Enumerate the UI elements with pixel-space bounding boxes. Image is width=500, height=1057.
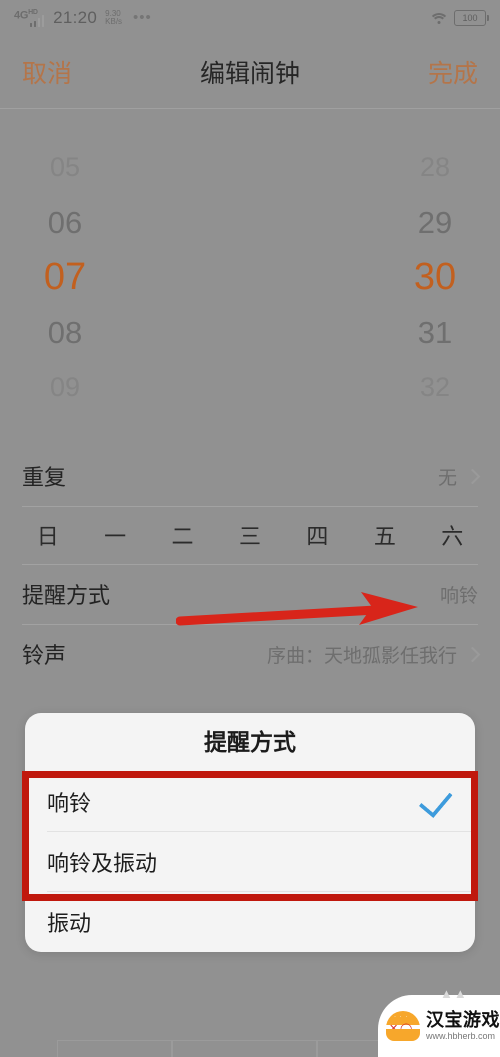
weekday-wed[interactable]: 三	[216, 519, 283, 551]
row-repeat-label: 重复	[22, 465, 67, 490]
app-header: 取消 编辑闹钟 完成	[0, 36, 500, 108]
row-repeat[interactable]: 重复 无	[0, 447, 500, 505]
row-reminder-method[interactable]: 提醒方式 响铃	[0, 565, 500, 623]
weekday-thu[interactable]: 四	[284, 519, 351, 551]
hour-option[interactable]: 09	[50, 360, 80, 415]
row-reminder-method-value: 响铃	[439, 585, 478, 607]
check-icon	[418, 782, 453, 818]
rabbit-ears-icon: ▲▲	[440, 986, 468, 1001]
network-speed-unit: KB/s	[105, 17, 123, 26]
watermark-url: www.hbherb.com	[426, 1031, 496, 1041]
hour-option-selected[interactable]: 07	[44, 250, 86, 305]
row-repeat-value: 无	[437, 467, 457, 489]
hour-option[interactable]: 05	[50, 140, 80, 195]
status-clock: 21:20	[53, 8, 98, 27]
dialog-option-label: 响铃及振动	[47, 851, 158, 876]
dialog-option-label: 振动	[47, 911, 92, 936]
dialog-option-vibrate[interactable]: 振动	[25, 892, 475, 952]
weekday-fri[interactable]: 五	[351, 519, 418, 551]
battery-icon: 100	[454, 10, 489, 26]
minute-option[interactable]: 29	[418, 195, 452, 250]
dialog-option-label: 响铃	[47, 791, 92, 816]
chevron-right-icon	[464, 646, 481, 662]
status-bar-left: 4GHD 21:20 9.30 KB/s •••	[14, 8, 152, 28]
hour-option[interactable]: 06	[48, 195, 82, 250]
weekday-tue[interactable]: 二	[149, 519, 216, 551]
minute-option[interactable]: 31	[418, 305, 452, 360]
watermark-name: 汉宝游戏	[426, 1010, 500, 1030]
weekday-sat[interactable]: 六	[419, 519, 486, 551]
wifi-icon	[428, 12, 449, 25]
burger-logo-icon: · · · ✕ ◯	[386, 1011, 420, 1041]
row-ringtone-value: 序曲：天地孤影任我行	[266, 645, 457, 667]
page-title: 编辑闹钟	[199, 60, 300, 88]
minute-option[interactable]: 28	[420, 140, 450, 195]
time-picker[interactable]: 05 06 07 08 09 28 29 30 31 32	[0, 110, 500, 445]
status-bar-right: 100	[428, 10, 489, 26]
minute-option[interactable]: 32	[420, 360, 450, 415]
hour-wheel[interactable]: 05 06 07 08 09	[0, 110, 250, 445]
overflow-dots-icon: •••	[133, 9, 152, 26]
reminder-method-dialog: 提醒方式 响铃 响铃及振动 振动	[25, 713, 475, 952]
status-bar: 4GHD 21:20 9.30 KB/s ••• 100	[0, 0, 500, 36]
network-type-icon: 4GHD	[14, 8, 38, 22]
weekday-mon[interactable]: 一	[81, 519, 148, 551]
header-divider	[0, 108, 500, 109]
weekday-selector[interactable]: 日 一 二 三 四 五 六	[0, 507, 500, 563]
row-ringtone[interactable]: 铃声 序曲：天地孤影任我行	[0, 625, 500, 683]
minute-option-selected[interactable]: 30	[414, 250, 456, 305]
network-speed: 9.30 KB/s	[105, 10, 122, 26]
row-reminder-method-label: 提醒方式	[22, 583, 111, 608]
watermark-text: 汉宝游戏 www.hbherb.com	[426, 1011, 500, 1041]
chevron-right-icon	[464, 468, 481, 484]
minute-wheel[interactable]: 28 29 30 31 32	[250, 110, 500, 445]
watermark: ▲▲ · · · ✕ ◯ 汉宝游戏 www.hbherb.com	[378, 986, 500, 1057]
hour-option[interactable]: 08	[48, 305, 82, 360]
dialog-title: 提醒方式	[204, 729, 296, 755]
weekday-sun[interactable]: 日	[14, 519, 81, 551]
battery-level-label: 100	[462, 13, 478, 23]
dialog-option-ring-and-vibrate[interactable]: 响铃及振动	[25, 832, 475, 892]
dialog-option-ring[interactable]: 响铃	[25, 772, 475, 832]
row-ringtone-label: 铃声	[22, 643, 67, 668]
